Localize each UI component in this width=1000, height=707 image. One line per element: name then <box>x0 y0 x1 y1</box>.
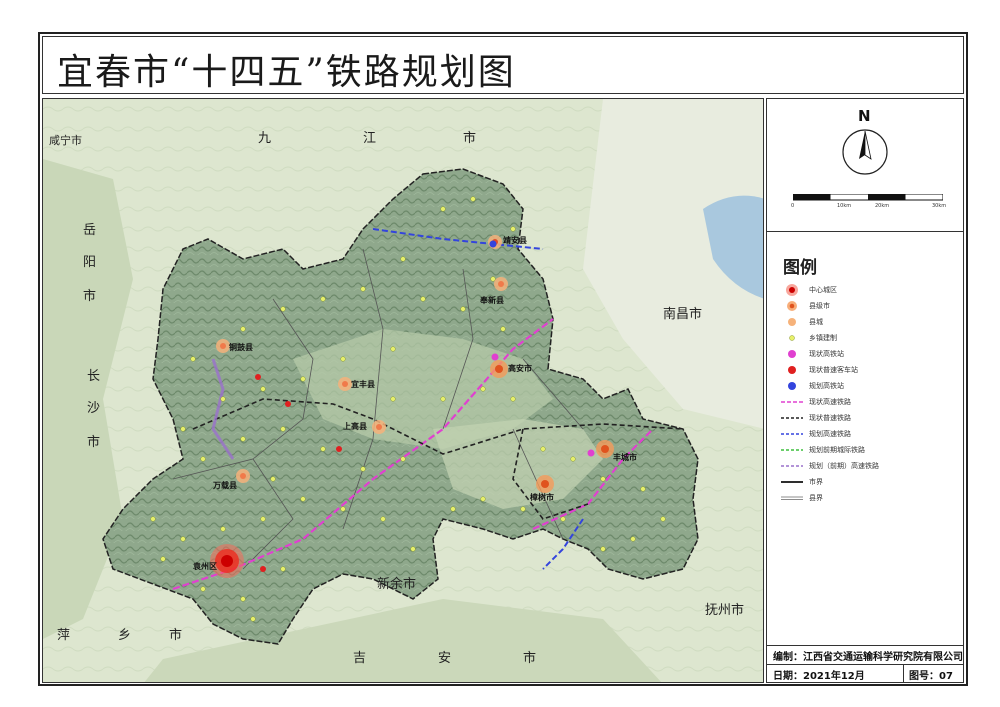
legend-item-county-boundary: 县界 <box>781 491 823 505</box>
label-shi-jiujiang: 市 <box>463 131 477 146</box>
existing-hsr-station-icon <box>781 347 803 361</box>
label-xiang: 乡 <box>118 628 132 643</box>
legend-item-county-city: 县级市 <box>781 299 830 313</box>
legend-item-planned-early-hsr-line: 规划（前期）高速铁路 <box>781 459 879 473</box>
legend-item-planned-hsr-line: 规划高速铁路 <box>781 427 851 441</box>
county-boundary-icon <box>781 491 803 505</box>
label-xianning: 咸宁市 <box>49 134 82 147</box>
scale-bar <box>793 194 943 201</box>
north-arrow-icon <box>842 129 888 175</box>
compiler-text: 编制：江西省交通运输科学研究院有限公司 <box>773 652 963 663</box>
legend-label: 县级市 <box>809 302 830 310</box>
existing-hsr-line-icon <box>781 395 803 409</box>
label-tonggu: 铜鼓县 <box>229 343 253 352</box>
footer-divider <box>903 665 904 683</box>
label-shanggao: 上高县 <box>343 422 367 431</box>
legend-label: 现状高速铁路 <box>809 398 851 406</box>
legend-label: 现状普速客车站 <box>809 366 858 374</box>
city-boundary-icon <box>781 475 803 489</box>
figure-number-text: 图号：07 <box>909 671 953 682</box>
title-box: 宜春市“十四五”铁路规划图 <box>42 36 964 94</box>
label-ping: 萍 <box>57 628 71 643</box>
label-jiu: 九 <box>258 131 272 146</box>
label-zhangshu: 樟树市 <box>530 493 554 502</box>
existing-rail-line-icon <box>781 411 803 425</box>
legend-label: 规划前期城际铁路 <box>809 446 865 454</box>
map-canvas[interactable] <box>43 99 764 683</box>
scale-label-20: 20km <box>875 203 890 209</box>
legend-item-planned-hsr-station: 规划高铁站 <box>781 379 844 393</box>
label-fuzhou: 抚州市 <box>705 603 745 618</box>
planned-hsr-line-icon <box>781 427 803 441</box>
date-text: 日期：2021年12月 <box>773 671 865 682</box>
scale-label-30: 30km <box>932 203 947 209</box>
label-shi-pingxiang: 市 <box>169 628 183 643</box>
label-sha: 沙 <box>87 401 101 416</box>
label-jiang: 江 <box>363 131 377 146</box>
label-nanchang: 南昌市 <box>663 307 703 322</box>
legend-label: 现状普速铁路 <box>809 414 851 422</box>
side-panel: N 0 10km 20km 30km 图例 中心城区 县级市 县城 乡镇建制 现… <box>766 98 964 683</box>
legend-item-county-town: 县城 <box>781 315 823 329</box>
scale-label-0: 0 <box>791 203 795 209</box>
label-gaoan: 高安市 <box>508 364 532 373</box>
planned-early-hsr-line-icon <box>781 459 803 473</box>
label-shi-changsha: 市 <box>87 435 101 450</box>
map-title: 宜春市“十四五”铁路规划图 <box>57 52 516 93</box>
legend-label: 现状高铁站 <box>809 350 844 358</box>
label-jingan: 靖安县 <box>503 236 527 245</box>
map-area[interactable]: 咸宁市 九 江 市 岳 阳 市 长 沙 市 南昌市 新余市 抚州市 萍 乡 市 … <box>42 98 764 683</box>
legend: 图例 中心城区 县级市 县城 乡镇建制 现状高铁站 现状普速客车站 规划高铁站 <box>767 233 963 643</box>
legend-label: 规划高速铁路 <box>809 430 851 438</box>
legend-item-existing-station: 现状普速客车站 <box>781 363 858 377</box>
legend-item-existing-hsr-station: 现状高铁站 <box>781 347 844 361</box>
legend-item-city-boundary: 市界 <box>781 475 823 489</box>
legend-item-center-city: 中心城区 <box>781 283 837 297</box>
planned-hsr-station-icon <box>781 379 803 393</box>
label-yang: 阳 <box>83 255 97 270</box>
legend-label: 乡镇建制 <box>809 334 837 342</box>
label-xinyu: 新余市 <box>377 577 417 592</box>
label-wanzai: 万载县 <box>213 481 237 490</box>
label-chang: 长 <box>87 369 101 384</box>
legend-label: 中心城区 <box>809 286 837 294</box>
label-yue: 岳 <box>83 223 97 238</box>
legend-label: 县界 <box>809 494 823 502</box>
date-info: 日期：2021年12月 图号：07 <box>767 664 963 683</box>
existing-station-icon <box>781 363 803 377</box>
legend-label: 规划高铁站 <box>809 382 844 390</box>
label-shi-yueyang: 市 <box>83 289 97 304</box>
label-fengxin: 奉新县 <box>480 296 504 305</box>
legend-item-existing-hsr-line: 现状高速铁路 <box>781 395 851 409</box>
township-icon <box>781 331 803 345</box>
label-ji: 吉 <box>353 651 367 666</box>
north-arrow-box: N 0 10km 20km 30km <box>767 99 963 232</box>
legend-label: 市界 <box>809 478 823 486</box>
label-an: 安 <box>438 651 452 666</box>
legend-item-planned-intercity-line: 规划前期城际铁路 <box>781 443 865 457</box>
label-fengcheng: 丰城市 <box>613 453 637 462</box>
center-city-icon <box>781 283 803 297</box>
legend-item-existing-rail-line: 现状普速铁路 <box>781 411 851 425</box>
legend-label: 规划（前期）高速铁路 <box>809 462 879 470</box>
legend-label: 县城 <box>809 318 823 326</box>
legend-item-township: 乡镇建制 <box>781 331 837 345</box>
county-town-icon <box>781 315 803 329</box>
scale-label-10: 10km <box>837 203 852 209</box>
label-shi-jian: 市 <box>523 651 537 666</box>
label-yifeng: 宜丰县 <box>351 380 375 389</box>
north-label: N <box>858 107 871 125</box>
county-city-icon <box>781 299 803 313</box>
legend-title: 图例 <box>783 258 817 278</box>
compiler-info: 编制：江西省交通运输科学研究院有限公司 <box>767 645 963 664</box>
label-yuanzhou: 袁州区 <box>193 562 217 571</box>
planned-intercity-line-icon <box>781 443 803 457</box>
